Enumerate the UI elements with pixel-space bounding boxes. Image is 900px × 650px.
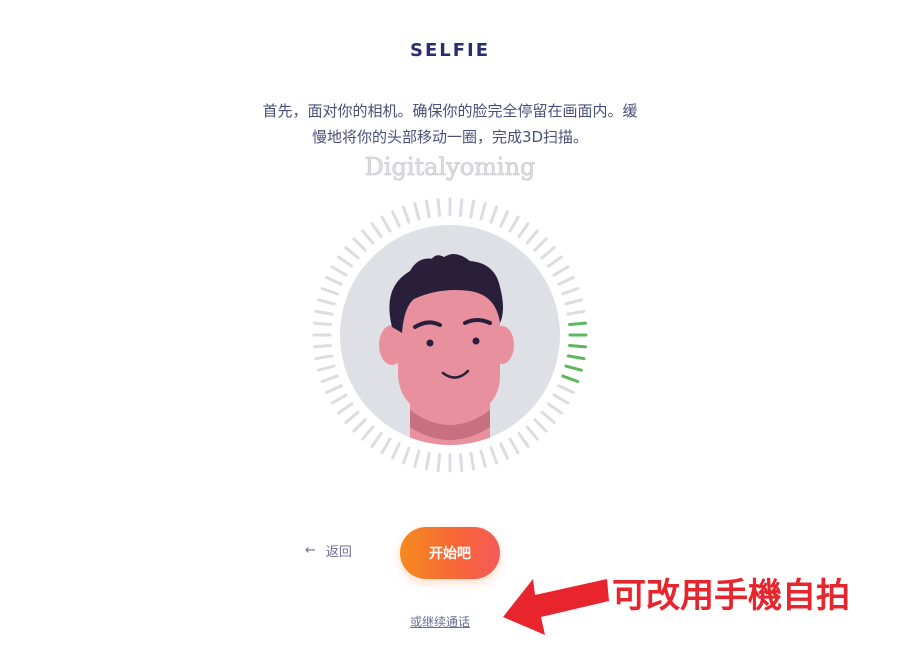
scan-tick	[424, 199, 431, 219]
scan-tick-complete	[561, 374, 580, 384]
start-button[interactable]: 开始吧	[400, 527, 500, 579]
scan-tick	[337, 402, 354, 415]
scan-tick	[352, 237, 367, 252]
scan-tick	[380, 437, 392, 455]
scan-tick	[380, 215, 392, 233]
face-scan-guide	[310, 195, 590, 475]
instructions-line-1: 首先，面对你的相机。确保你的脸完全停留在画面内。缓	[262, 102, 638, 120]
scan-tick	[314, 309, 334, 316]
scan-tick	[352, 418, 367, 433]
scan-tick	[479, 449, 487, 468]
scan-tick	[499, 442, 509, 460]
watermark-text: Digitalyoming	[364, 153, 536, 182]
scan-tick	[317, 364, 336, 372]
scan-tick	[540, 246, 556, 260]
scan-tick	[317, 298, 336, 306]
back-label: 返回	[325, 545, 352, 560]
instructions: 首先，面对你的相机。确保你的脸完全停留在画面内。缓 慢地将你的头部移动一圈，完成…	[220, 98, 680, 150]
scan-tick	[557, 276, 575, 286]
scan-tick	[508, 215, 520, 233]
scan-tick-complete	[568, 321, 587, 327]
scan-tick	[401, 205, 411, 224]
scan-tick	[469, 451, 476, 471]
scan-tick	[320, 374, 339, 384]
scan-tick	[557, 384, 575, 394]
face-scan-svg	[312, 197, 588, 473]
scan-tick-complete	[568, 343, 587, 349]
scan-tick	[552, 265, 570, 277]
instructions-line-2: 慢地将你的头部移动一圈，完成3D扫描。	[311, 128, 589, 146]
annotation-text: 可改用手機自拍	[612, 576, 850, 616]
scan-tick	[546, 255, 563, 268]
scan-tick	[546, 402, 563, 415]
scan-tick	[566, 309, 586, 316]
scan-tick	[370, 222, 383, 239]
scan-tick	[533, 237, 548, 252]
scan-tick	[391, 442, 401, 460]
scan-tick	[489, 205, 499, 224]
scan-tick	[413, 202, 421, 221]
scan-tick	[320, 286, 339, 296]
scan-tick	[552, 393, 570, 405]
scan-tick	[330, 265, 348, 277]
annotation-arrow-icon	[503, 579, 609, 635]
scan-tick	[533, 418, 548, 433]
scan-tick	[344, 246, 360, 260]
scan-tick	[517, 222, 530, 239]
scan-tick	[517, 431, 530, 448]
scan-tick	[525, 425, 539, 441]
scan-tick	[325, 384, 343, 394]
scan-tick	[469, 199, 476, 219]
scan-tick	[489, 446, 499, 465]
scan-tick	[313, 321, 332, 327]
back-button[interactable]: ← 返回	[305, 541, 352, 560]
scan-tick	[564, 298, 583, 306]
scan-tick	[391, 210, 401, 228]
scan-tick	[499, 210, 509, 228]
scan-tick	[561, 286, 580, 296]
scan-tick	[436, 453, 442, 472]
scan-tick	[540, 410, 556, 424]
scan-tick	[325, 276, 343, 286]
scan-tick	[401, 446, 411, 465]
scan-tick	[458, 453, 464, 472]
arrow-left-icon: ←	[305, 543, 316, 558]
scan-tick	[370, 431, 383, 448]
scan-tick	[508, 437, 520, 455]
scan-tick	[424, 451, 431, 471]
scan-tick	[413, 449, 421, 468]
scan-tick-complete	[564, 364, 583, 372]
scan-tick	[525, 229, 539, 245]
scan-tick	[344, 410, 360, 424]
continue-on-phone-link[interactable]: 或继续通话	[410, 613, 470, 630]
scan-tick	[436, 198, 442, 217]
scan-tick	[361, 229, 375, 245]
page-title: SELFIE	[409, 40, 491, 61]
scan-tick	[313, 343, 332, 349]
scan-tick	[361, 425, 375, 441]
scan-tick	[458, 198, 464, 217]
scan-tick	[479, 202, 487, 221]
scan-tick-complete	[566, 354, 586, 361]
scan-tick	[337, 255, 354, 268]
scan-tick	[330, 393, 348, 405]
scan-tick	[314, 354, 334, 361]
